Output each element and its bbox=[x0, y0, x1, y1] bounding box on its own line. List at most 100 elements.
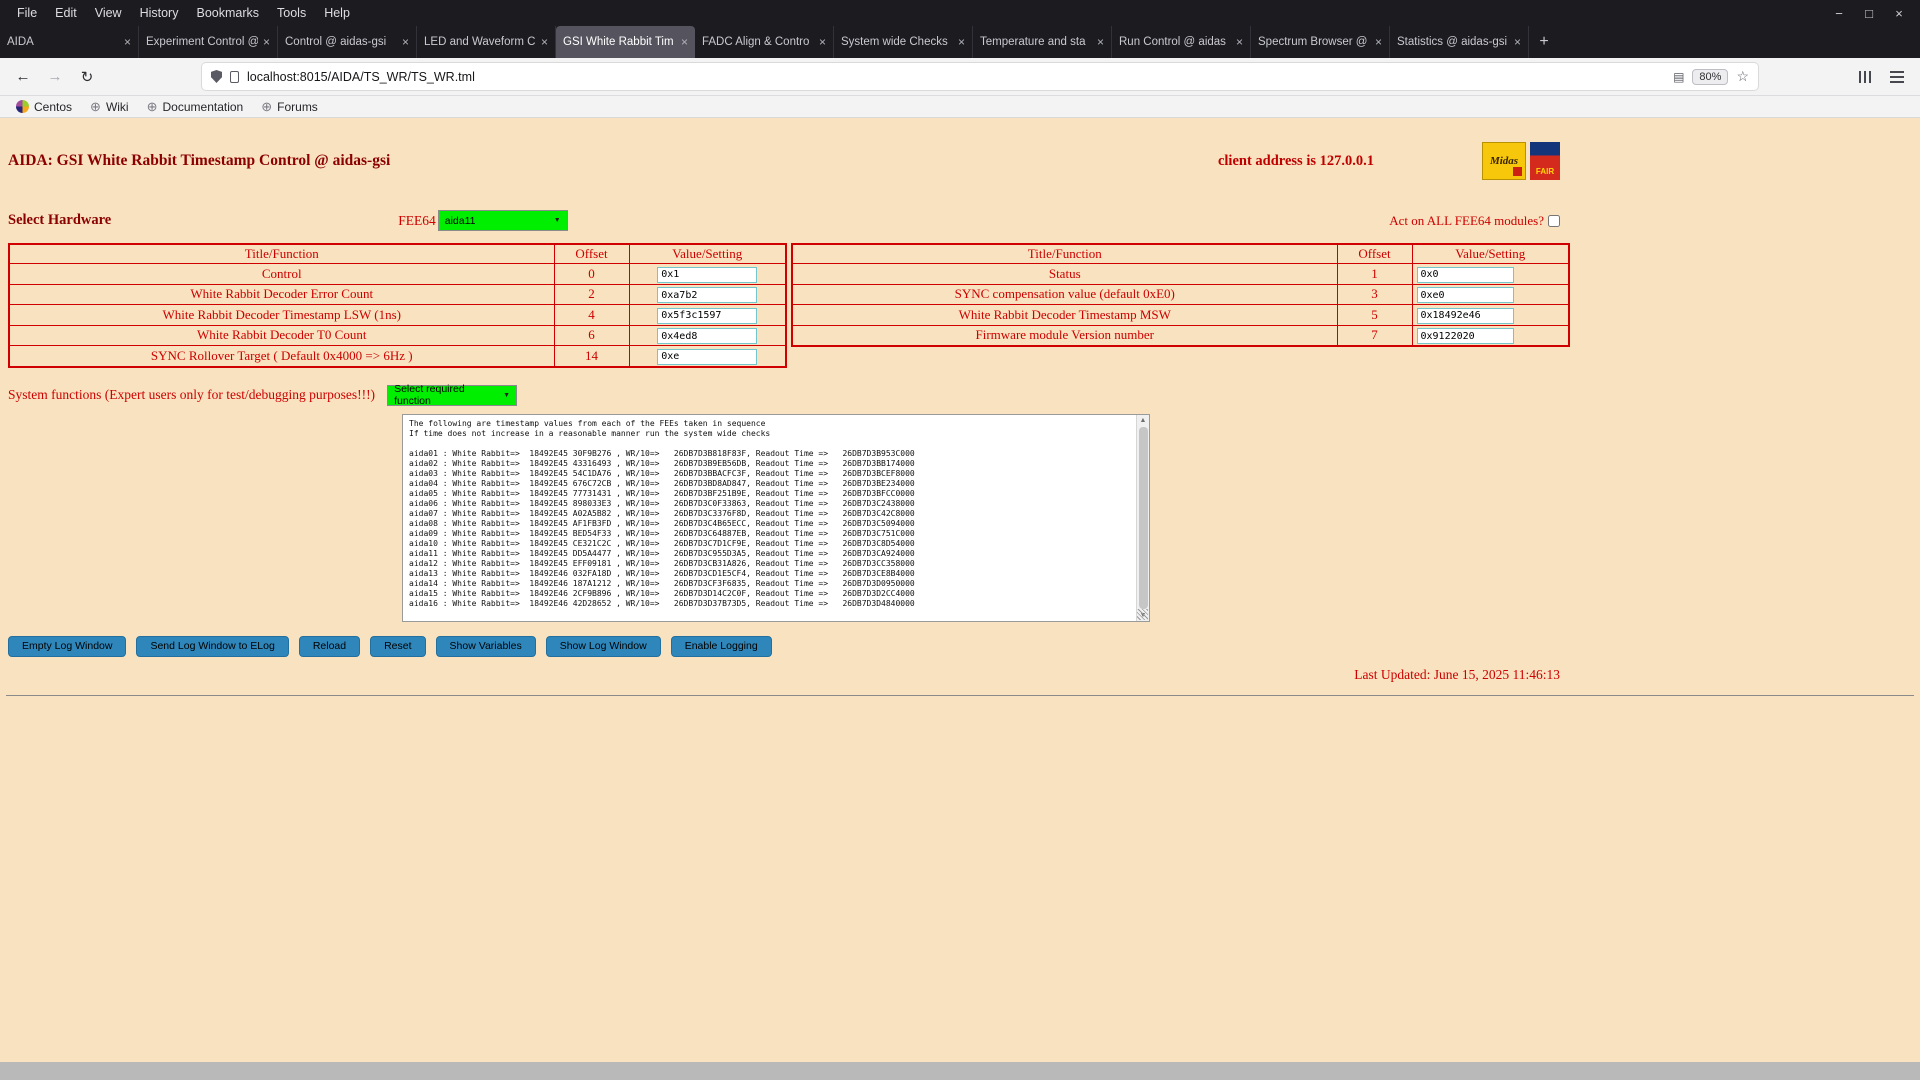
tab-close-icon[interactable]: × bbox=[124, 35, 131, 49]
sync-rollover-value-input[interactable] bbox=[657, 348, 758, 365]
error-count-value-input[interactable] bbox=[657, 287, 758, 303]
act-on-all-checkbox[interactable] bbox=[1548, 214, 1560, 227]
system-functions-row: System functions (Expert users only for … bbox=[8, 383, 1560, 407]
centos-icon bbox=[16, 100, 29, 113]
minimize-button[interactable]: − bbox=[1824, 6, 1854, 21]
resize-grip[interactable] bbox=[1137, 608, 1148, 620]
reader-mode-icon[interactable]: ▤ bbox=[1673, 70, 1684, 84]
menu-tools[interactable]: Tools bbox=[268, 3, 315, 23]
tab-experiment-control[interactable]: Experiment Control @ × bbox=[139, 26, 278, 58]
table-row: Firmware module Version number 7 bbox=[791, 324, 1570, 347]
menu-history[interactable]: History bbox=[131, 3, 188, 23]
page-title: AIDA: GSI White Rabbit Timestamp Control… bbox=[8, 152, 391, 169]
fee64-select[interactable]: aida11 ▼ bbox=[437, 210, 568, 231]
close-button[interactable]: × bbox=[1884, 6, 1914, 21]
bookmark-star-icon[interactable]: ☆ bbox=[1736, 68, 1749, 85]
reload-button[interactable]: ↻ bbox=[74, 64, 100, 90]
divider bbox=[6, 694, 1914, 696]
tab-run-control[interactable]: Run Control @ aidas × bbox=[1112, 26, 1251, 58]
menu-edit[interactable]: Edit bbox=[46, 3, 86, 23]
tab-close-icon[interactable]: × bbox=[1097, 35, 1104, 49]
act-on-all-group: Act on ALL FEE64 modules? bbox=[1389, 213, 1560, 229]
select-hardware-label: Select Hardware bbox=[8, 212, 112, 228]
page-info-icon[interactable] bbox=[230, 70, 239, 83]
logos: Midas FAIR bbox=[1482, 142, 1560, 180]
act-on-all-label: Act on ALL FEE64 modules? bbox=[1389, 212, 1544, 228]
table-row: White Rabbit Decoder Error Count 2 bbox=[8, 283, 787, 305]
tab-aida[interactable]: AIDA × bbox=[0, 26, 139, 58]
bookmark-wiki[interactable]: ⊕ Wiki bbox=[82, 96, 137, 117]
show-variables-button[interactable]: Show Variables bbox=[435, 635, 536, 657]
bookmark-documentation[interactable]: ⊕ Documentation bbox=[139, 96, 252, 117]
scrollbar-thumb[interactable] bbox=[1138, 426, 1148, 609]
reload-page-button[interactable]: Reload bbox=[298, 635, 361, 657]
tab-close-icon[interactable]: × bbox=[263, 35, 270, 49]
client-address: client address is 127.0.0.1 bbox=[1217, 152, 1374, 169]
log-text: The following are timestamp values from … bbox=[409, 418, 915, 608]
register-tables: Title/Function Offset Value/Setting Cont… bbox=[8, 243, 1570, 368]
tab-close-icon[interactable]: × bbox=[681, 35, 688, 49]
t0-count-value-input[interactable] bbox=[657, 328, 758, 344]
tab-control-aidas-gsi[interactable]: Control @ aidas-gsi × bbox=[278, 26, 417, 58]
new-tab-button[interactable]: + bbox=[1529, 26, 1559, 58]
tab-close-icon[interactable]: × bbox=[541, 35, 548, 49]
control-value-input[interactable] bbox=[657, 266, 758, 283]
menu-button[interactable] bbox=[1884, 64, 1910, 90]
tab-system-wide-checks[interactable]: System wide Checks × bbox=[834, 26, 973, 58]
tab-statistics[interactable]: Statistics @ aidas-gsi × bbox=[1390, 26, 1529, 58]
menu-file[interactable]: File bbox=[8, 3, 46, 23]
tab-close-icon[interactable]: × bbox=[1375, 35, 1382, 49]
status-value-input[interactable] bbox=[1416, 266, 1514, 283]
menu-bookmarks[interactable]: Bookmarks bbox=[187, 3, 268, 23]
sync-compensation-value-input[interactable] bbox=[1416, 287, 1514, 303]
page-viewport: AIDA: GSI White Rabbit Timestamp Control… bbox=[0, 118, 1920, 1062]
tab-close-icon[interactable]: × bbox=[819, 35, 826, 49]
tab-close-icon[interactable]: × bbox=[958, 35, 965, 49]
show-log-window-button[interactable]: Show Log Window bbox=[545, 635, 661, 657]
tab-close-icon[interactable]: × bbox=[402, 35, 409, 49]
table-row: White Rabbit Decoder Timestamp LSW (1ns)… bbox=[8, 304, 787, 326]
browser-window: File Edit View History Bookmarks Tools H… bbox=[0, 0, 1920, 1080]
hamburger-icon bbox=[1890, 70, 1904, 83]
column-header: Offset bbox=[1336, 243, 1413, 264]
tab-led-waveform[interactable]: LED and Waveform C × bbox=[417, 26, 556, 58]
system-functions-select[interactable]: Select required function ▼ bbox=[387, 383, 518, 407]
menu-help[interactable]: Help bbox=[315, 3, 359, 23]
enable-logging-button[interactable]: Enable Logging bbox=[670, 635, 772, 657]
globe-icon: ⊕ bbox=[146, 99, 158, 114]
column-header: Title/Function bbox=[791, 243, 1338, 264]
forward-button[interactable]: → bbox=[42, 64, 68, 90]
firmware-version-value-input[interactable] bbox=[1416, 328, 1514, 344]
log-window[interactable]: The following are timestamp values from … bbox=[402, 413, 1150, 622]
timestamp-lsw-value-input[interactable] bbox=[657, 307, 758, 324]
tab-gsi-white-rabbit[interactable]: GSI White Rabbit Tim × bbox=[556, 26, 695, 58]
bookmark-forums[interactable]: ⊕ Forums bbox=[253, 96, 326, 117]
empty-log-window-button[interactable]: Empty Log Window bbox=[8, 635, 127, 657]
library-button[interactable] bbox=[1852, 64, 1878, 90]
tab-close-icon[interactable]: × bbox=[1236, 35, 1243, 49]
bookmark-centos[interactable]: Centos bbox=[8, 96, 80, 117]
menu-bar: File Edit View History Bookmarks Tools H… bbox=[0, 0, 1920, 26]
menu-view[interactable]: View bbox=[86, 3, 131, 23]
tab-fadc-align[interactable]: FADC Align & Contro × bbox=[695, 26, 834, 58]
right-register-table: Title/Function Offset Value/Setting Stat… bbox=[791, 243, 1570, 347]
tab-close-icon[interactable]: × bbox=[1514, 35, 1521, 49]
zoom-indicator[interactable]: 80% bbox=[1692, 68, 1729, 85]
maximize-button[interactable]: □ bbox=[1854, 6, 1884, 21]
reset-button[interactable]: Reset bbox=[370, 635, 426, 657]
scroll-up-icon[interactable]: ▲ bbox=[1140, 416, 1147, 425]
timestamp-msw-value-input[interactable] bbox=[1416, 307, 1514, 324]
send-log-to-elog-button[interactable]: Send Log Window to ELog bbox=[136, 635, 289, 657]
back-button[interactable]: ← bbox=[10, 64, 36, 90]
tracking-protection-shield-icon[interactable] bbox=[211, 70, 222, 83]
desktop-strip bbox=[0, 1062, 1920, 1080]
navigation-bar: ← → ↻ localhost:8015/AIDA/TS_WR/TS_WR.tm… bbox=[0, 58, 1920, 96]
column-header: Value/Setting bbox=[1411, 243, 1570, 264]
address-bar[interactable]: localhost:8015/AIDA/TS_WR/TS_WR.tml ▤ 80… bbox=[202, 63, 1758, 90]
log-scrollbar[interactable]: ▲ ▼ bbox=[1136, 414, 1149, 621]
action-buttons: Empty Log Window Send Log Window to ELog… bbox=[8, 635, 1560, 657]
tab-temperature[interactable]: Temperature and sta × bbox=[973, 26, 1112, 58]
url-text[interactable]: localhost:8015/AIDA/TS_WR/TS_WR.tml bbox=[247, 70, 1665, 84]
tab-spectrum-browser[interactable]: Spectrum Browser @ × bbox=[1251, 26, 1390, 58]
bookmarks-bar: Centos ⊕ Wiki ⊕ Documentation ⊕ Forums bbox=[0, 96, 1920, 118]
